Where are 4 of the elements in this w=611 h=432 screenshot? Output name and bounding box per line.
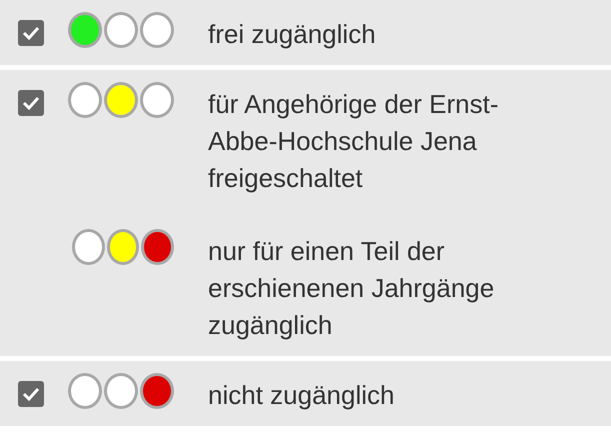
- access-label: frei zugänglich: [208, 18, 377, 51]
- access-label: nicht zugänglich: [208, 379, 396, 412]
- access-label: nur für einen Teil der erschienenen Jahrgänge zugänglich: [208, 235, 496, 342]
- access-label: für Angehörige der Ernst-Abbe-Hochschule Jena freigeschaltet: [208, 88, 500, 195]
